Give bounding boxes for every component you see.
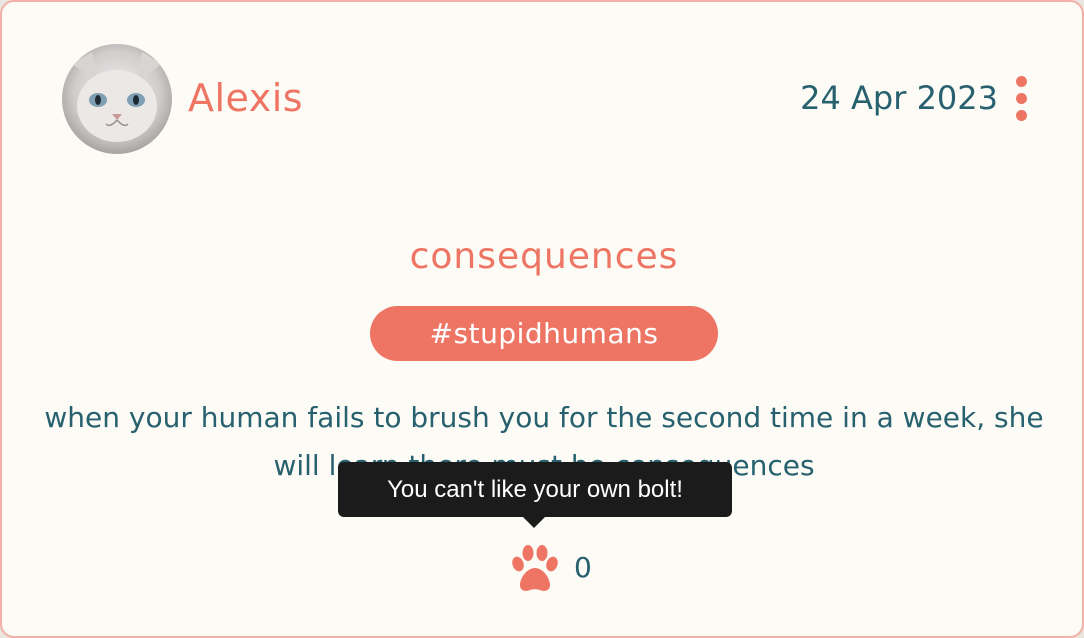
post-title: consequences <box>409 236 679 277</box>
author-name[interactable]: Alexis <box>188 74 303 122</box>
hashtag-chip[interactable]: #stupidhumans <box>370 306 718 361</box>
cat-avatar-image <box>62 44 172 154</box>
post-card: Alexis 24 Apr 2023 consequences #stupidh… <box>0 0 1084 638</box>
tooltip-arrow <box>522 516 546 528</box>
kebab-menu-icon[interactable] <box>1010 76 1034 122</box>
paw-like-button <box>512 545 558 591</box>
like-tooltip: You can't like your own bolt! <box>338 462 732 517</box>
menu-dot <box>1016 110 1027 121</box>
menu-dot <box>1016 76 1027 87</box>
menu-dot <box>1016 93 1027 104</box>
like-count: 0 <box>574 551 592 584</box>
author-avatar[interactable] <box>62 44 172 154</box>
paw-icon[interactable] <box>508 542 562 596</box>
post-date: 24 Apr 2023 <box>800 79 998 117</box>
